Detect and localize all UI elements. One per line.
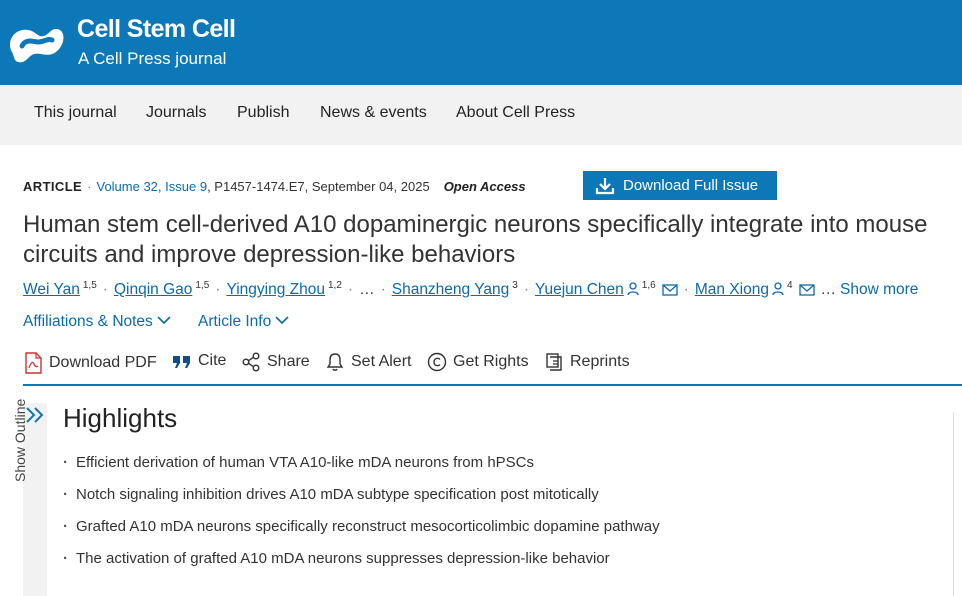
download-pdf-button[interactable]: Download PDF [23,352,157,374]
nav-publish[interactable]: Publish [237,104,289,122]
authors-trailing-ellipsis: … [820,281,837,299]
author-affiliation: 1,5 [195,280,210,291]
highlights-list: Efficient derivation of human VTA A10-li… [63,452,660,580]
cell-press-logo[interactable] [4,12,66,74]
download-full-issue-label: Download Full Issue [623,177,759,194]
set-alert-label: Set Alert [351,353,412,370]
affiliations-notes-toggle[interactable]: Affiliations & Notes [23,313,171,331]
cite-button[interactable]: Cite [172,352,226,370]
article-meta: ARTICLE · Volume 32, Issue 9, P1457-1474.E… [23,179,526,194]
nav-this-journal[interactable]: This journal [34,104,117,122]
separator-dot: · [523,281,529,299]
show-outline-label[interactable]: Show Outline [12,399,28,482]
share-label: Share [267,353,310,370]
download-icon [595,177,615,194]
separator-dot: · [102,281,108,299]
nav-about-cell-press[interactable]: About Cell Press [456,104,575,122]
author-affiliation: 1,2 [327,280,342,291]
highlight-item: Efficient derivation of human VTA A10-li… [63,452,660,484]
quote-icon [173,356,190,368]
pages-date: P1457-1474.E7, September 04, 2025 [214,179,430,194]
person-icon [627,282,639,296]
author-name[interactable]: Qinqin Gao [114,281,192,298]
separator-dot: · [87,179,92,194]
author-affiliation: 3 [512,280,518,291]
article-title: Human stem cell-derived A10 dopaminergic… [23,211,928,268]
separator-dot: · [683,281,689,299]
author-affiliation: 4 [786,280,793,291]
volume-issue-link[interactable]: Volume 32, Issue 9 [96,179,207,194]
reprints-label: Reprints [570,353,630,370]
highlights-heading: Highlights [63,403,178,433]
main-navigation: This journal Journals Publish News & eve… [0,85,962,145]
author-name[interactable]: Shanzheng Yang [392,281,510,298]
reprints-button[interactable]: Reprints [544,352,630,372]
show-more-authors-link[interactable]: Show more [840,281,918,298]
download-pdf-label: Download PDF [49,354,157,371]
authors-ellipsis[interactable]: … [359,281,375,298]
chevron-down-icon [275,316,289,325]
author-name[interactable]: Wei Yan [23,281,80,298]
chevron-down-icon [157,316,171,325]
download-full-issue-button[interactable]: Download Full Issue [583,171,777,200]
article-toolbar: Download PDF Cite Share Set Alert Get Ri… [23,350,962,386]
author-affiliation: 1,5 [82,280,97,291]
pdf-file-icon [25,352,42,374]
copyright-icon [427,352,447,372]
set-alert-button[interactable]: Set Alert [325,352,411,372]
separator-dot: · [215,281,221,299]
article-info-label: Article Info [198,313,272,330]
share-icon [242,352,260,372]
article-info-toggle[interactable]: Article Info [198,313,289,331]
highlight-item: The activation of grafted A10 mDA neuron… [63,548,660,580]
journal-header: Cell Stem Cell A Cell Press journal [0,0,962,85]
journal-subtitle: A Cell Press journal [78,49,227,68]
open-access-label: Open Access [443,179,526,194]
author-affiliation: 1,6 [641,280,656,291]
content-divider [953,412,962,596]
author-name[interactable]: Yuejun Chen [535,281,624,298]
nav-news-events[interactable]: News & events [320,104,427,122]
reprint-icon [546,353,562,371]
author-name[interactable]: Yingying Zhou [226,281,325,298]
share-button[interactable]: Share [241,352,310,372]
person-icon [772,282,784,296]
get-rights-button[interactable]: Get Rights [427,352,529,372]
author-name[interactable]: Man Xiong [695,281,769,298]
nav-journals[interactable]: Journals [146,104,206,122]
article-type: ARTICLE [23,179,83,194]
cite-label: Cite [198,352,227,369]
affiliations-notes-label: Affiliations & Notes [23,313,153,330]
highlight-item: Notch signaling inhibition drives A10 mD… [63,484,660,516]
get-rights-label: Get Rights [453,353,529,370]
highlight-item: Grafted A10 mDA neurons specifically rec… [63,516,660,548]
envelope-icon[interactable] [798,284,815,296]
envelope-icon[interactable] [662,284,678,296]
author-list: Wei Yan 1,5 · Qinqin Gao 1,5 · Yingying Zhou 1,… [23,280,918,299]
separator-dot: · [380,281,386,299]
separator-dot: · [347,281,354,299]
bell-icon [326,353,344,371]
journal-title[interactable]: Cell Stem Cell [77,15,236,44]
